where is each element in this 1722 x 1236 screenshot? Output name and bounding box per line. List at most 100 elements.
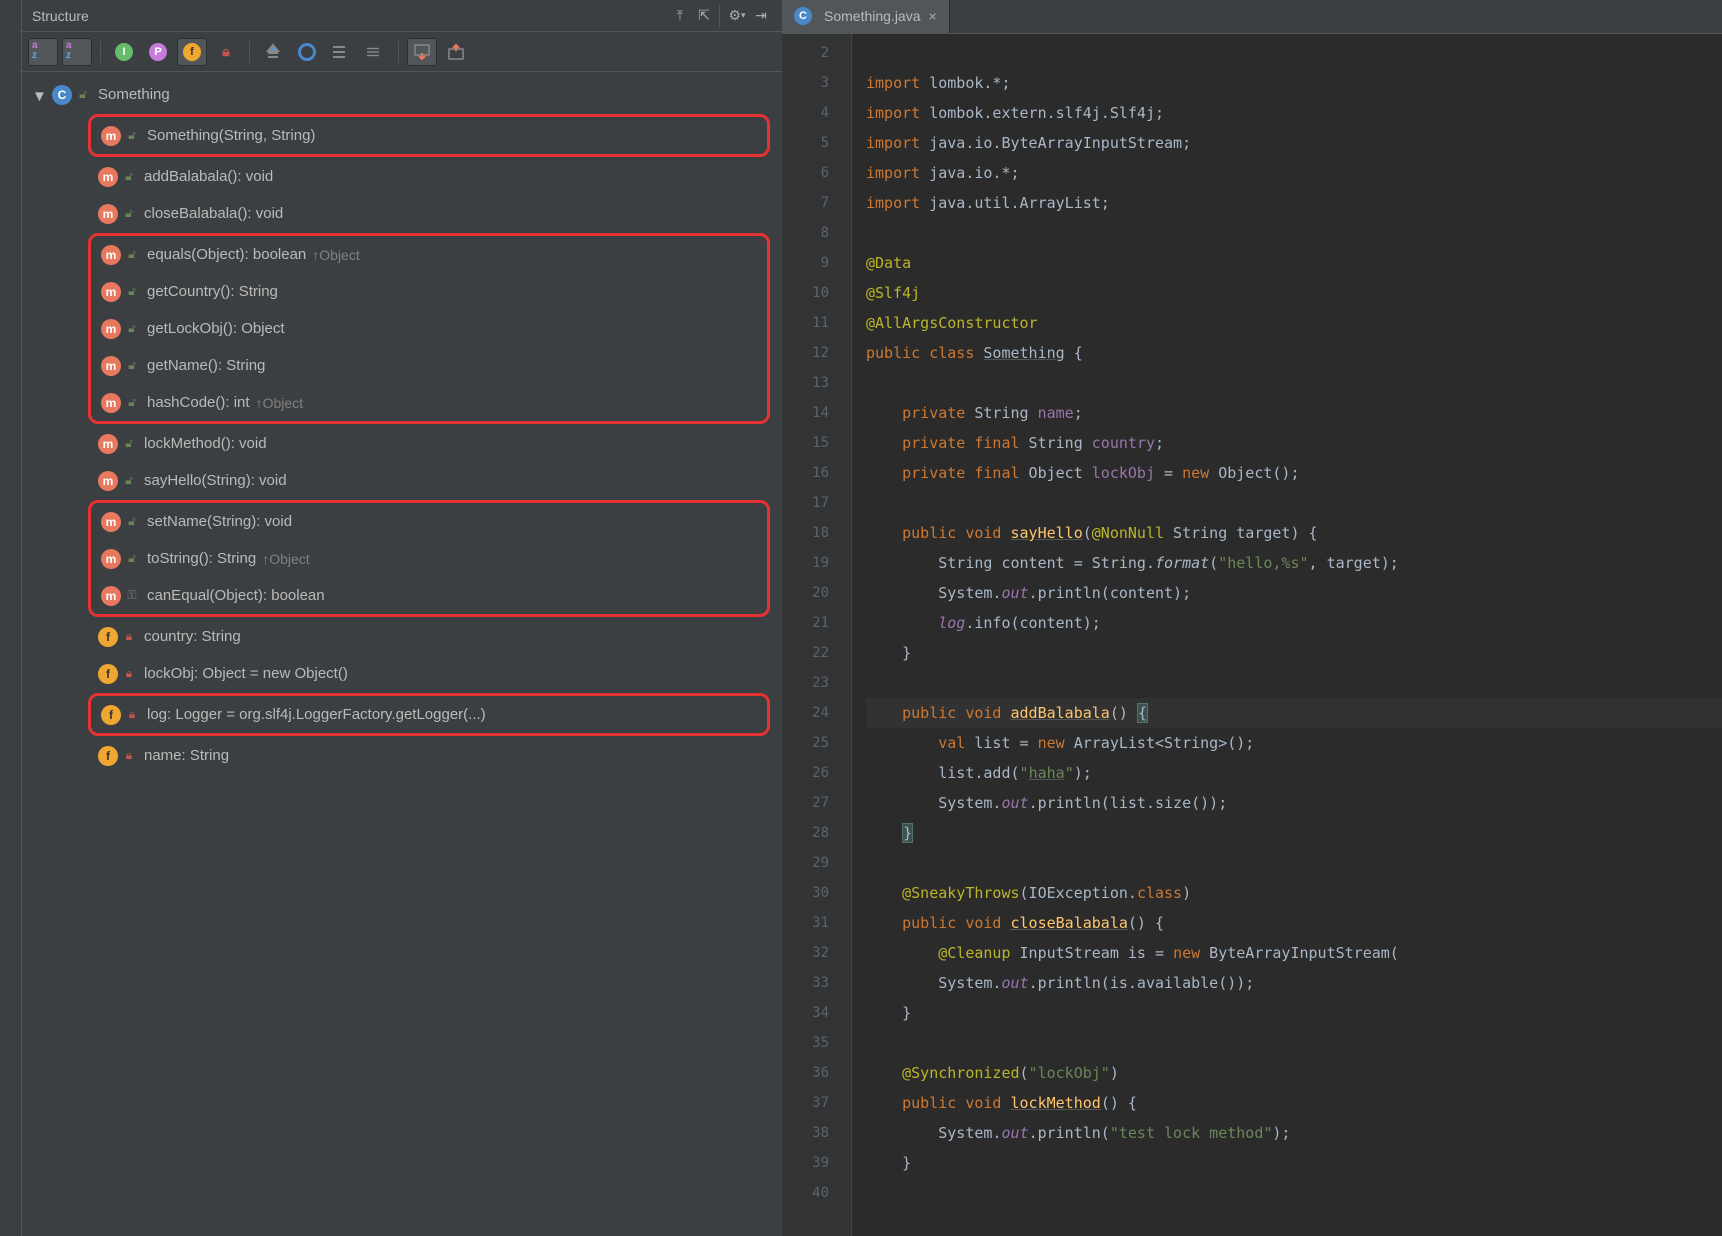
editor-code[interactable]: import lombok.*;import lombok.extern.slf…: [852, 34, 1722, 1236]
tree-item[interactable]: m🔓︎equals(Object): boolean↑Object: [101, 236, 767, 273]
group-methods-button[interactable]: [360, 38, 390, 66]
gutter-line[interactable]: 32: [782, 938, 851, 968]
gutter-line[interactable]: 17: [782, 488, 851, 518]
gutter-line[interactable]: 2: [782, 38, 851, 68]
code-line[interactable]: String content = String.format("hello,%s…: [866, 548, 1722, 578]
gutter-line[interactable]: 5: [782, 128, 851, 158]
gutter-line[interactable]: 38: [782, 1118, 851, 1148]
code-line[interactable]: private final Object lockObj = new Objec…: [866, 458, 1722, 488]
tree-item[interactable]: m⚿canEqual(Object): boolean: [101, 577, 767, 614]
code-line[interactable]: private String name;: [866, 398, 1722, 428]
show-fields-button[interactable]: f: [177, 38, 207, 66]
tab-something-java[interactable]: C Something.java ×: [782, 0, 950, 33]
gutter-line[interactable]: 36: [782, 1058, 851, 1088]
gutter-line[interactable]: 11: [782, 308, 851, 338]
code-line[interactable]: [866, 38, 1722, 68]
tree-item[interactable]: m🔓︎Something(String, String): [101, 117, 767, 154]
sort-by-visibility-button[interactable]: az: [28, 38, 58, 66]
code-line[interactable]: @Data: [866, 248, 1722, 278]
code-line[interactable]: @AllArgsConstructor: [866, 308, 1722, 338]
gutter-line[interactable]: 34: [782, 998, 851, 1028]
gutter-line[interactable]: 37: [782, 1088, 851, 1118]
autoscroll-from-source-button[interactable]: [441, 38, 471, 66]
structure-tree[interactable]: ▼C🔓︎Something m🔓︎Something(String, String…: [22, 72, 782, 1236]
tree-item[interactable]: m🔓︎addBalabala(): void: [28, 158, 782, 195]
tree-item[interactable]: f🔒︎country: String: [28, 618, 782, 655]
gutter-line[interactable]: 26: [782, 758, 851, 788]
show-nonpublic-button[interactable]: 🔒︎: [211, 38, 241, 66]
code-line[interactable]: [866, 488, 1722, 518]
scroll-from-source-icon[interactable]: ⤒: [669, 5, 691, 27]
ide-left-rail[interactable]: [0, 0, 22, 1236]
expander-icon[interactable]: ▼: [32, 88, 46, 102]
code-line[interactable]: [866, 218, 1722, 248]
code-line[interactable]: import java.io.*;: [866, 158, 1722, 188]
gear-icon[interactable]: ⚙︎▾: [726, 5, 748, 27]
code-line[interactable]: log.info(content);: [866, 608, 1722, 638]
editor-gutter[interactable]: 2345678910111213141516171819202122232425…: [782, 34, 852, 1236]
code-line[interactable]: import lombok.extern.slf4j.Slf4j;: [866, 98, 1722, 128]
gutter-line[interactable]: 23: [782, 668, 851, 698]
tree-item[interactable]: m🔓︎getLockObj(): Object: [101, 310, 767, 347]
code-line[interactable]: [866, 668, 1722, 698]
gutter-line[interactable]: 22: [782, 638, 851, 668]
code-line[interactable]: public void sayHello(@NonNull String tar…: [866, 518, 1722, 548]
tree-item[interactable]: m🔓︎setName(String): void: [101, 503, 767, 540]
show-lambdas-button[interactable]: [326, 38, 356, 66]
gutter-line[interactable]: 18: [782, 518, 851, 548]
tree-item[interactable]: m🔓︎lockMethod(): void: [28, 425, 782, 462]
code-line[interactable]: @Cleanup InputStream is = new ByteArrayI…: [866, 938, 1722, 968]
code-line[interactable]: [866, 848, 1722, 878]
gutter-line[interactable]: 4: [782, 98, 851, 128]
code-line[interactable]: System.out.println(list.size());: [866, 788, 1722, 818]
tree-item[interactable]: f🔒︎log: Logger = org.slf4j.LoggerFactory…: [101, 696, 767, 733]
tree-item[interactable]: m🔓︎sayHello(String): void: [28, 462, 782, 499]
code-line[interactable]: list.add("haha");: [866, 758, 1722, 788]
gutter-line[interactable]: 27: [782, 788, 851, 818]
gutter-line[interactable]: 24: [782, 698, 851, 728]
gutter-line[interactable]: 15: [782, 428, 851, 458]
code-line[interactable]: }: [866, 818, 1722, 848]
expand-all-icon[interactable]: ⇱: [693, 5, 715, 27]
code-line[interactable]: public void lockMethod() {: [866, 1088, 1722, 1118]
code-line[interactable]: System.out.println(content);: [866, 578, 1722, 608]
code-line[interactable]: [866, 1178, 1722, 1208]
gutter-line[interactable]: 12: [782, 338, 851, 368]
gutter-line[interactable]: 29: [782, 848, 851, 878]
code-line[interactable]: @Slf4j: [866, 278, 1722, 308]
gutter-line[interactable]: 16: [782, 458, 851, 488]
code-line[interactable]: private final String country;: [866, 428, 1722, 458]
code-line[interactable]: }: [866, 998, 1722, 1028]
tree-item[interactable]: f🔒︎lockObj: Object = new Object(): [28, 655, 782, 692]
gutter-line[interactable]: 7: [782, 188, 851, 218]
tree-item[interactable]: m🔓︎toString(): String↑Object: [101, 540, 767, 577]
gutter-line[interactable]: 14: [782, 398, 851, 428]
show-properties-button[interactable]: P: [143, 38, 173, 66]
show-inherited-button[interactable]: [258, 38, 288, 66]
code-line[interactable]: System.out.println("test lock method");: [866, 1118, 1722, 1148]
gutter-line[interactable]: 25: [782, 728, 851, 758]
gutter-line[interactable]: 20: [782, 578, 851, 608]
show-interfaces-button[interactable]: I: [109, 38, 139, 66]
gutter-line[interactable]: 13: [782, 368, 851, 398]
code-line[interactable]: [866, 1028, 1722, 1058]
code-line[interactable]: @SneakyThrows(IOException.class): [866, 878, 1722, 908]
code-line[interactable]: val list = new ArrayList<String>();: [866, 728, 1722, 758]
code-line[interactable]: import lombok.*;: [866, 68, 1722, 98]
tree-item[interactable]: m🔓︎hashCode(): int↑Object: [101, 384, 767, 421]
tree-root[interactable]: ▼C🔓︎Something: [28, 76, 782, 113]
code-line[interactable]: }: [866, 638, 1722, 668]
code-line[interactable]: import java.io.ByteArrayInputStream;: [866, 128, 1722, 158]
code-line[interactable]: public class Something {: [866, 338, 1722, 368]
code-line[interactable]: @Synchronized("lockObj"): [866, 1058, 1722, 1088]
code-line[interactable]: public void closeBalabala() {: [866, 908, 1722, 938]
gutter-line[interactable]: 19: [782, 548, 851, 578]
gutter-line[interactable]: 6: [782, 158, 851, 188]
tree-item[interactable]: m🔓︎getName(): String: [101, 347, 767, 384]
code-line[interactable]: public void addBalabala() {: [866, 698, 1722, 728]
gutter-line[interactable]: 31: [782, 908, 851, 938]
gutter-line[interactable]: 40: [782, 1178, 851, 1208]
gutter-line[interactable]: 28: [782, 818, 851, 848]
hide-icon[interactable]: ⇥: [750, 5, 772, 27]
gutter-line[interactable]: 21: [782, 608, 851, 638]
